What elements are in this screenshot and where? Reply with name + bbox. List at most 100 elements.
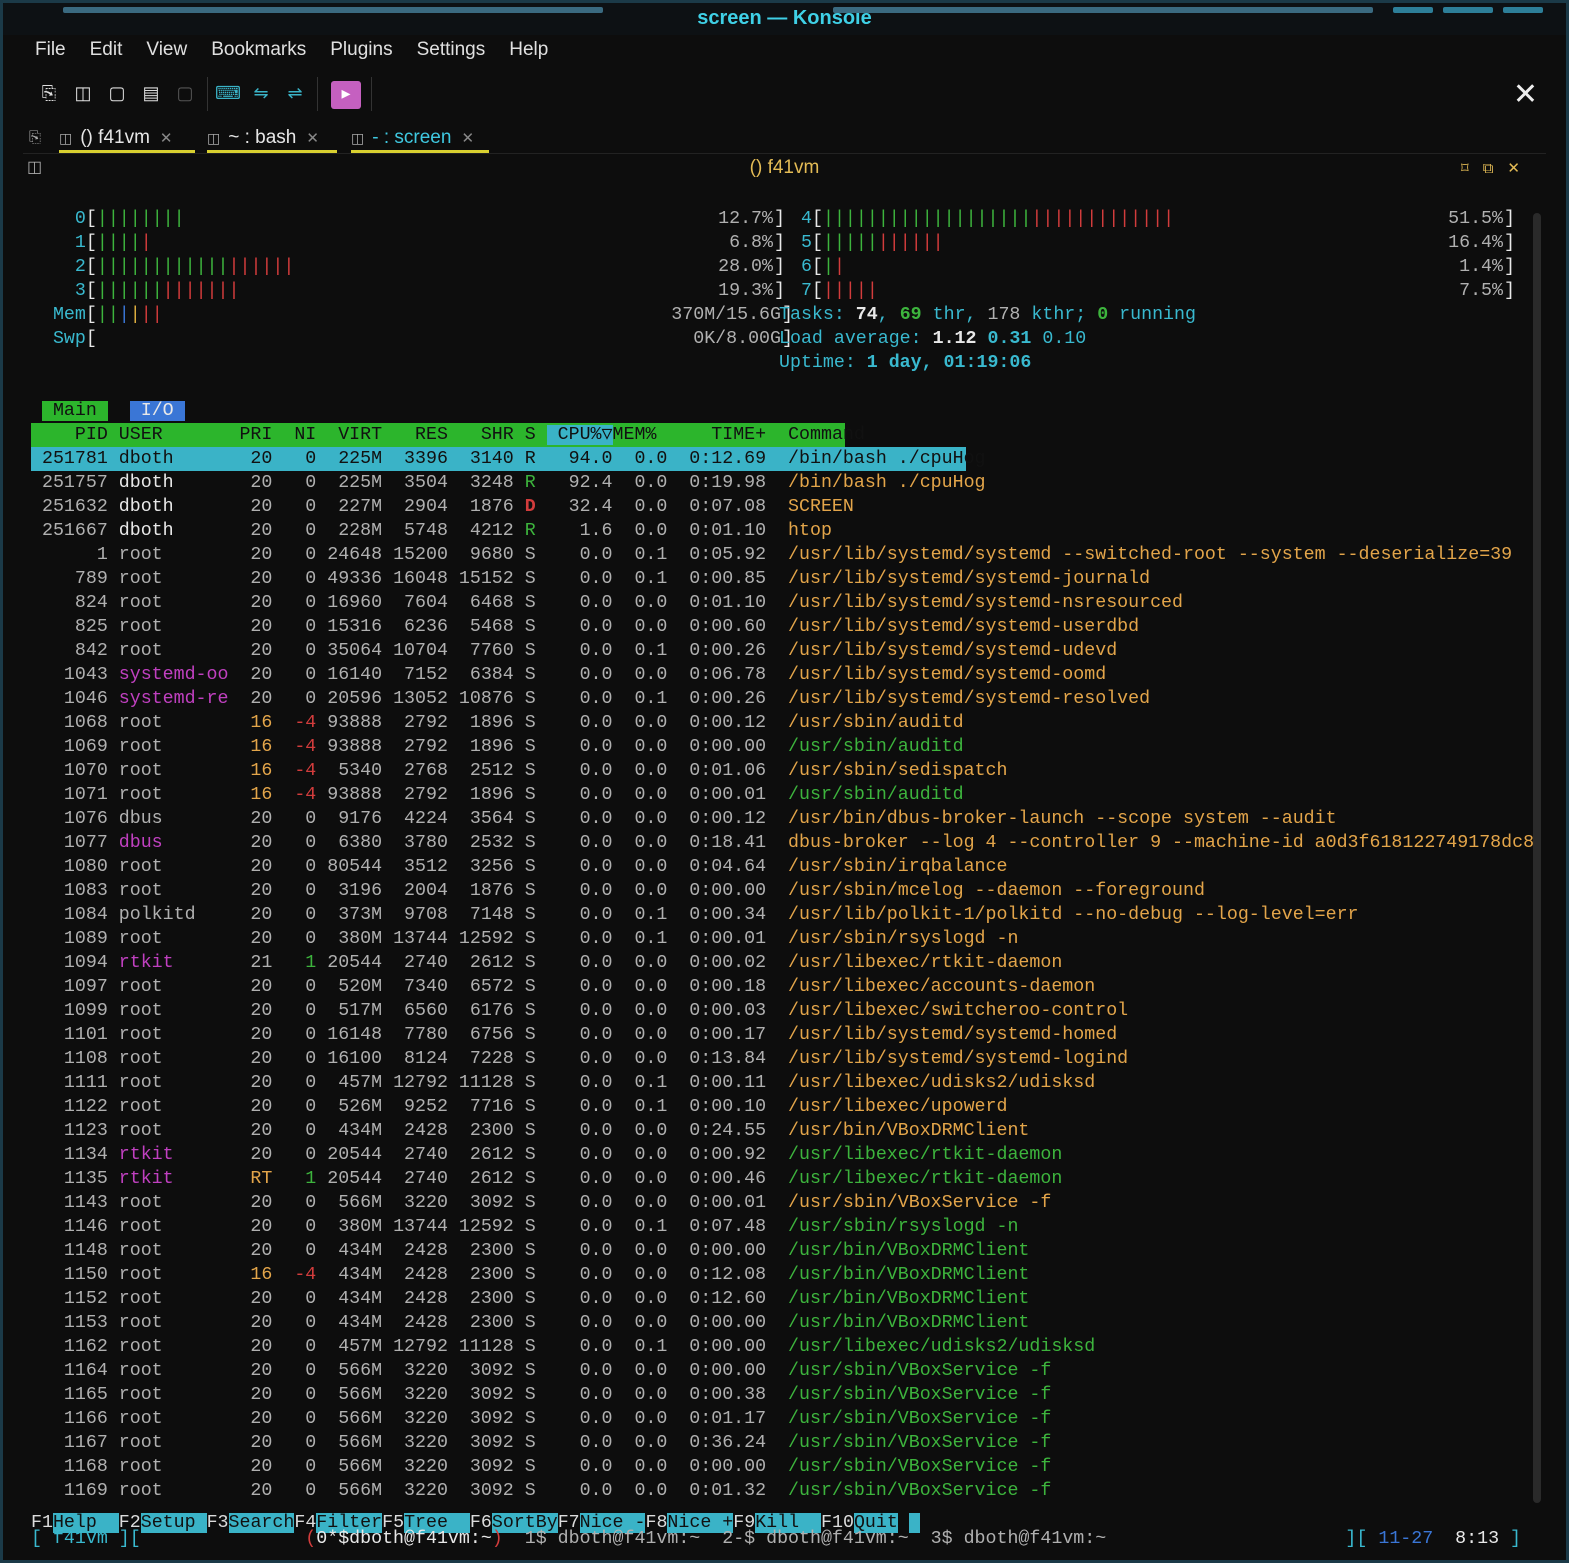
- close-icon[interactable]: ✕: [1513, 77, 1538, 112]
- process-row[interactable]: 824 root 20 0 16960 7604 6468 S 0.0 0.0 …: [31, 591, 1521, 615]
- tab-bash[interactable]: ◫ ~ : bash ✕: [207, 125, 337, 153]
- column-header-res[interactable]: RES: [382, 425, 448, 445]
- column-header-time[interactable]: TIME+: [656, 425, 777, 445]
- split-view-icon[interactable]: ◫: [71, 81, 95, 105]
- column-header-command[interactable]: Command: [777, 425, 865, 445]
- process-row[interactable]: 1168 root 20 0 566M 3220 3092 S 0.0 0.0 …: [31, 1455, 1521, 1479]
- process-row[interactable]: 1069 root 16 -4 93888 2792 1896 S 0.0 0.…: [31, 735, 1521, 759]
- process-row[interactable]: 1097 root 20 0 520M 7340 6572 S 0.0 0.0 …: [31, 975, 1521, 999]
- screen-tab-main[interactable]: Main: [41, 401, 108, 421]
- paste-icon[interactable]: ▤: [139, 81, 163, 105]
- uptime-meter: Uptime: 1 day, 01:19:06: [779, 351, 1499, 375]
- process-row[interactable]: 1068 root 16 -4 93888 2792 1896 S 0.0 0.…: [31, 711, 1521, 735]
- menu-file[interactable]: File: [23, 37, 78, 63]
- process-row[interactable]: 1167 root 20 0 566M 3220 3092 S 0.0 0.0 …: [31, 1431, 1521, 1455]
- process-row[interactable]: 1143 root 20 0 566M 3220 3092 S 0.0 0.0 …: [31, 1191, 1521, 1215]
- screen-tab-io[interactable]: I/O: [129, 401, 185, 421]
- menu-plugins[interactable]: Plugins: [318, 37, 404, 63]
- process-row[interactable]: 1077 dbus 20 0 6380 3780 2532 S 0.0 0.0 …: [31, 831, 1534, 855]
- column-header-pri[interactable]: PRI: [228, 425, 272, 445]
- process-row[interactable]: 251667 dboth 20 0 228M 5748 4212 R 1.6 0…: [31, 519, 1521, 543]
- process-row[interactable]: 789 root 20 0 49336 16048 15152 S 0.0 0.…: [31, 567, 1521, 591]
- process-row[interactable]: 1111 root 20 0 457M 12792 11128 S 0.0 0.…: [31, 1071, 1521, 1095]
- close-tab-icon[interactable]: ✕: [160, 130, 173, 147]
- process-row[interactable]: 1122 root 20 0 526M 9252 7716 S 0.0 0.1 …: [31, 1095, 1521, 1119]
- process-row[interactable]: 1162 root 20 0 457M 12792 11128 S 0.0 0.…: [31, 1335, 1521, 1359]
- maximize-button[interactable]: [1443, 7, 1493, 13]
- cell-res: 2740: [382, 953, 448, 973]
- profile-slider-icon[interactable]: ⇌: [283, 81, 307, 105]
- column-header-mem[interactable]: MEM%: [613, 425, 657, 445]
- column-header-virt[interactable]: VIRT: [316, 425, 382, 445]
- screen-window-2[interactable]: 2-$ dboth@f41vm:~: [722, 1529, 909, 1549]
- column-header-pid[interactable]: PID: [31, 425, 108, 445]
- menu-settings[interactable]: Settings: [405, 37, 498, 63]
- close-window-button[interactable]: [1503, 7, 1543, 13]
- process-row[interactable]: 251632 dboth 20 0 227M 2904 1876 D 32.4 …: [31, 495, 1521, 519]
- tab-screen[interactable]: ◫ - : screen ✕: [351, 125, 489, 153]
- process-row[interactable]: 1123 root 20 0 434M 2428 2300 S 0.0 0.0 …: [31, 1119, 1521, 1143]
- find-icon[interactable]: ▢: [173, 81, 197, 105]
- process-row[interactable]: 1071 root 16 -4 93888 2792 1896 S 0.0 0.…: [31, 783, 1521, 807]
- process-row[interactable]: 1084 polkitd 20 0 373M 9708 7148 S 0.0 0…: [31, 903, 1521, 927]
- close-tab-icon[interactable]: ✕: [461, 130, 474, 147]
- copy-icon[interactable]: ▢: [105, 81, 129, 105]
- process-row[interactable]: 251781 dboth 20 0 225M 3396 3140 R 94.0 …: [31, 447, 986, 471]
- process-row[interactable]: 1135 rtkit RT 1 20544 2740 2612 S 0.0 0.…: [31, 1167, 1521, 1191]
- process-row[interactable]: 1076 dbus 20 0 9176 4224 3564 S 0.0 0.0 …: [31, 807, 1521, 831]
- process-row[interactable]: 1153 root 20 0 434M 2428 2300 S 0.0 0.0 …: [31, 1311, 1521, 1335]
- process-row[interactable]: 1169 root 20 0 566M 3220 3092 S 0.0 0.0 …: [31, 1479, 1521, 1503]
- cell-cpu-percent: 0.0: [546, 1241, 613, 1261]
- new-tab-icon[interactable]: ⎘: [37, 81, 61, 105]
- folder-icon[interactable]: ▸: [331, 81, 361, 109]
- cell-nice: 0: [272, 569, 317, 589]
- process-row[interactable]: 1150 root 16 -4 434M 2428 2300 S 0.0 0.0…: [31, 1263, 1521, 1287]
- minimize-button[interactable]: [1393, 7, 1433, 13]
- menu-view[interactable]: View: [134, 37, 199, 63]
- settings-slider-icon[interactable]: ⇋: [249, 81, 273, 105]
- process-row[interactable]: 1165 root 20 0 566M 3220 3092 S 0.0 0.0 …: [31, 1383, 1521, 1407]
- column-header-ni[interactable]: NI: [272, 425, 316, 445]
- process-row[interactable]: 842 root 20 0 35064 10704 7760 S 0.0 0.1…: [31, 639, 1521, 663]
- keyboard-icon[interactable]: ⌨: [215, 81, 241, 105]
- process-row[interactable]: 1 root 20 0 24648 15200 9680 S 0.0 0.1 0…: [31, 543, 1521, 567]
- process-row[interactable]: 1043 systemd-oo 20 0 16140 7152 6384 S 0…: [31, 663, 1521, 687]
- cell-res: 2740: [382, 1169, 448, 1189]
- title-bar[interactable]: screen — Konsole: [3, 3, 1566, 35]
- screen-window-1[interactable]: 1$ dboth@f41vm:~: [525, 1529, 701, 1549]
- pane-controls[interactable]: ⌑⧉✕: [1461, 159, 1534, 177]
- process-row[interactable]: 1134 rtkit 20 0 20544 2740 2612 S 0.0 0.…: [31, 1143, 1521, 1167]
- column-header-user[interactable]: USER: [108, 425, 229, 445]
- process-row[interactable]: 1148 root 20 0 434M 2428 2300 S 0.0 0.0 …: [31, 1239, 1521, 1263]
- process-row[interactable]: 1152 root 20 0 434M 2428 2300 S 0.0 0.0 …: [31, 1287, 1521, 1311]
- close-tab-icon[interactable]: ✕: [306, 130, 319, 147]
- column-header-cpu[interactable]: CPU%▽: [546, 425, 613, 445]
- menu-edit[interactable]: Edit: [78, 37, 135, 63]
- process-row[interactable]: 1101 root 20 0 16148 7780 6756 S 0.0 0.0…: [31, 1023, 1521, 1047]
- process-row[interactable]: 825 root 20 0 15316 6236 5468 S 0.0 0.0 …: [31, 615, 1521, 639]
- cell-mem-percent: 0.0: [612, 785, 668, 805]
- process-row[interactable]: 1108 root 20 0 16100 8124 7228 S 0.0 0.0…: [31, 1047, 1521, 1071]
- column-header-shr[interactable]: SHR: [448, 425, 514, 445]
- menu-bookmarks[interactable]: Bookmarks: [199, 37, 318, 63]
- process-row[interactable]: 1146 root 20 0 380M 13744 12592 S 0.0 0.…: [31, 1215, 1521, 1239]
- cell-cpu-percent: 0.0: [546, 1433, 613, 1453]
- column-header-s[interactable]: S: [514, 425, 547, 445]
- process-row[interactable]: 1094 rtkit 21 1 20544 2740 2612 S 0.0 0.…: [31, 951, 1521, 975]
- new-tab-menu-icon[interactable]: ⎘: [29, 125, 41, 151]
- process-row[interactable]: 1164 root 20 0 566M 3220 3092 S 0.0 0.0 …: [31, 1359, 1521, 1383]
- process-row[interactable]: 251757 dboth 20 0 225M 3504 3248 R 92.4 …: [31, 471, 1521, 495]
- process-row[interactable]: 1080 root 20 0 80544 3512 3256 S 0.0 0.0…: [31, 855, 1521, 879]
- menu-help[interactable]: Help: [497, 37, 560, 63]
- screen-window-3[interactable]: 3$ dboth@f41vm:~: [931, 1529, 1107, 1549]
- process-row[interactable]: 1089 root 20 0 380M 13744 12592 S 0.0 0.…: [31, 927, 1521, 951]
- htop-screen[interactable]: 0[|||||||| 12.7%] 1[||||| 6.8%] 2[||||||||…: [31, 207, 1534, 1533]
- tab-f41vm[interactable]: ◫ () f41vm ✕: [59, 125, 195, 153]
- process-row[interactable]: 1083 root 20 0 3196 2004 1876 S 0.0 0.0 …: [31, 879, 1521, 903]
- process-row[interactable]: 1099 root 20 0 517M 6560 6176 S 0.0 0.0 …: [31, 999, 1521, 1023]
- process-row[interactable]: 1046 systemd-re 20 0 20596 13052 10876 S…: [31, 687, 1521, 711]
- screen-window-0[interactable]: 0*$dboth@f41vm:~: [316, 1529, 492, 1549]
- process-row[interactable]: 1070 root 16 -4 5340 2768 2512 S 0.0 0.0…: [31, 759, 1521, 783]
- process-row[interactable]: 1166 root 20 0 566M 3220 3092 S 0.0 0.0 …: [31, 1407, 1521, 1431]
- scrollbar[interactable]: [1533, 213, 1541, 1503]
